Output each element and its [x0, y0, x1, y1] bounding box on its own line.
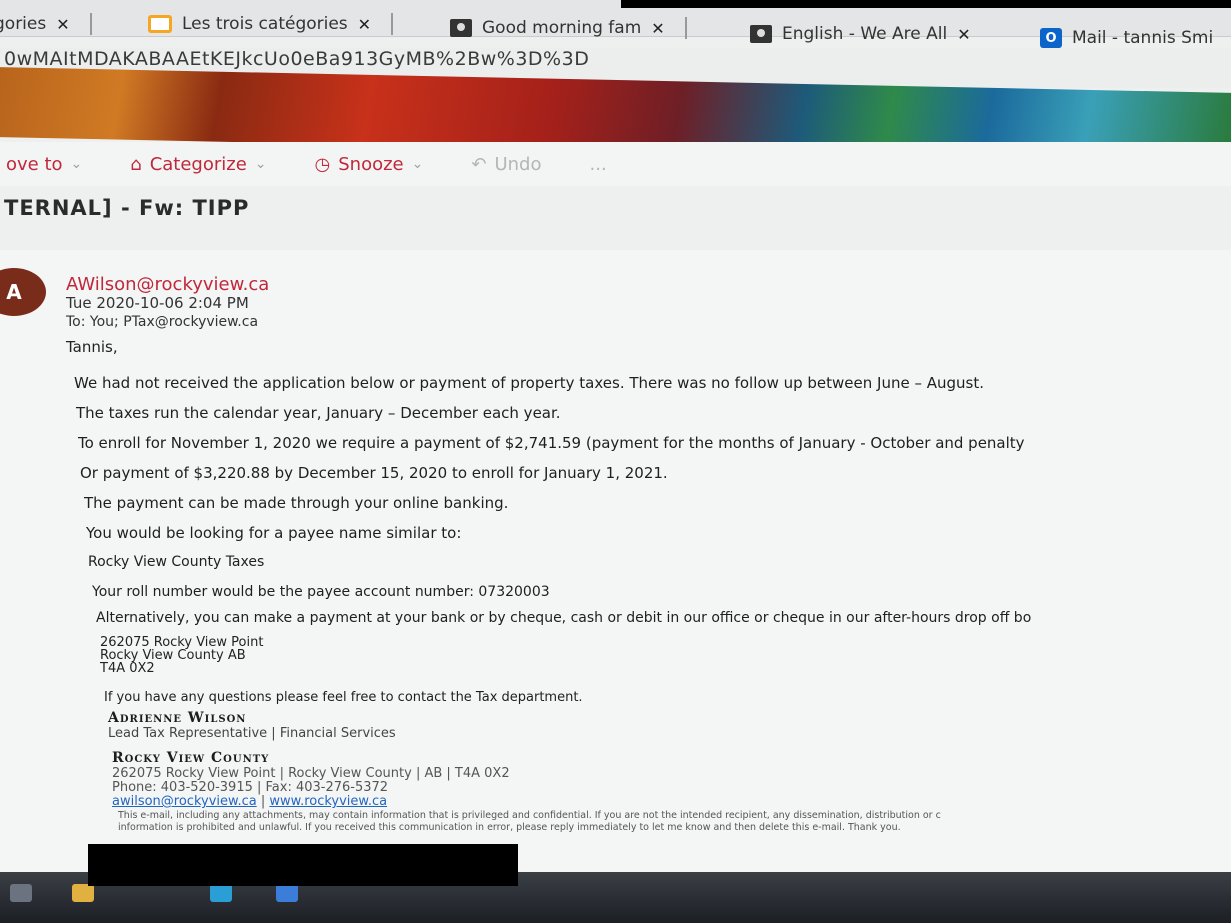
signature-title: Lead Tax Representative | Financial Serv… — [108, 726, 396, 741]
website-link[interactable]: www.rockyview.ca — [269, 794, 387, 809]
tab-divider — [89, 13, 92, 35]
avatar-letter: A — [6, 280, 22, 304]
screenshot: gories ✕ Les trois catégories ✕ Good mor… — [0, 0, 1231, 923]
close-icon[interactable]: ✕ — [358, 15, 371, 34]
url-text: 0wMAItMDAKABAAEtKEJkcUo0eBa913GyMB%2Bw%3… — [4, 48, 590, 70]
mailing-address: 262075 Rocky View Point Rocky View Count… — [100, 636, 263, 675]
body-paragraph: To enroll for November 1, 2020 we requir… — [78, 434, 1025, 452]
legal-disclaimer: This e-mail, including any attachments, … — [118, 810, 1218, 834]
greeting: Tannis, — [66, 338, 118, 356]
signature-phone: Phone: 403-520-3915 | Fax: 403-276-5372 — [112, 780, 389, 795]
signature-email-link[interactable]: awilson@rockyview.ca — [112, 794, 257, 809]
outlook-icon: O — [1040, 28, 1062, 48]
chevron-down-icon: ⌄ — [411, 156, 424, 172]
file-explorer-icon[interactable] — [72, 884, 94, 902]
move-to-button[interactable]: ove to ⌄ — [6, 154, 82, 175]
reading-pane: A AWilson@rockyview.ca Tue 2020-10-06 2:… — [0, 250, 1231, 890]
snooze-label: Snooze — [338, 153, 404, 175]
disclaimer-line: This e-mail, including any attachments, … — [118, 810, 941, 821]
start-icon[interactable] — [10, 884, 32, 902]
tab-label: gories — [0, 14, 47, 34]
signature-links: awilson@rockyview.ca | www.rockyview.ca — [112, 794, 387, 809]
top-black-strip — [621, 0, 1231, 8]
signature-name: Adrienne Wilson — [108, 710, 247, 726]
tag-icon: ⌂ — [130, 153, 142, 175]
body-paragraph: Rocky View County Taxes — [88, 554, 265, 570]
address-line: T4A 0X2 — [100, 661, 155, 676]
body-paragraph: Or payment of $3,220.88 by December 15, … — [80, 464, 668, 482]
body-paragraph: The payment can be made through your onl… — [84, 494, 509, 512]
undo-button[interactable]: ↶ Undo — [471, 154, 541, 175]
link-separator: | — [256, 794, 270, 809]
disclaimer-line: information is prohibited and unlawful. … — [118, 822, 901, 833]
close-icon[interactable]: ✕ — [957, 25, 970, 44]
app-icon[interactable] — [276, 884, 298, 902]
closing-line: If you have any questions please feel fr… — [104, 690, 583, 705]
categorize-button[interactable]: ⌂ Categorize ⌄ — [130, 154, 266, 175]
sent-date: Tue 2020-10-06 2:04 PM — [66, 294, 249, 312]
avatar[interactable]: A — [0, 268, 46, 316]
more-actions-button[interactable]: ... — [590, 154, 607, 175]
tab-label: Good morning fam — [482, 18, 642, 38]
signature-org: Rocky View County — [112, 750, 270, 766]
tab-categories[interactable]: gories ✕ — [0, 10, 92, 38]
classroom-icon — [750, 25, 772, 43]
recipients: To: You; PTax@rockyview.ca — [66, 314, 259, 330]
body-paragraph: You would be looking for a payee name si… — [86, 524, 462, 542]
tab-divider — [684, 17, 687, 39]
tab-label: Les trois catégories — [182, 14, 348, 34]
undo-icon: ↶ — [471, 153, 487, 175]
email-subject: TERNAL] - Fw: TIPP — [4, 196, 250, 220]
slides-icon — [148, 15, 172, 33]
close-icon[interactable]: ✕ — [651, 19, 664, 38]
undo-label: Undo — [494, 153, 542, 175]
message-toolbar: ove to ⌄ ⌂ Categorize ⌄ ◷ Snooze ⌄ ↶ Und… — [0, 142, 1231, 186]
tab-les-trois-categories[interactable]: Les trois catégories ✕ — [148, 10, 394, 38]
more-label: ... — [589, 153, 607, 175]
tab-good-morning[interactable]: Good morning fam ✕ — [450, 14, 687, 42]
browser-tab-strip: gories ✕ Les trois catégories ✕ Good mor… — [0, 0, 1231, 48]
close-icon[interactable]: ✕ — [56, 15, 69, 34]
clock-icon: ◷ — [314, 153, 331, 175]
chevron-down-icon: ⌄ — [254, 156, 267, 172]
signature-address: 262075 Rocky View Point | Rocky View Cou… — [112, 766, 510, 781]
body-paragraph: Alternatively, you can make a payment at… — [96, 610, 1032, 626]
tab-english[interactable]: English - We Are All ✕ — [750, 20, 971, 48]
tab-divider — [391, 13, 394, 35]
tab-label: Mail - tannis Smi — [1072, 28, 1214, 48]
snooze-button[interactable]: ◷ Snooze ⌄ — [315, 154, 424, 175]
sender-email[interactable]: AWilson@rockyview.ca — [66, 274, 269, 295]
tab-label: English - We Are All — [782, 24, 948, 44]
move-to-label: ove to — [6, 153, 63, 175]
body-paragraph: Your roll number would be the payee acco… — [92, 584, 550, 600]
classroom-icon — [450, 19, 472, 37]
app-icon[interactable] — [210, 884, 232, 902]
body-paragraph: We had not received the application belo… — [74, 374, 984, 392]
chevron-down-icon: ⌄ — [70, 156, 83, 172]
categorize-label: Categorize — [149, 153, 247, 175]
body-paragraph: The taxes run the calendar year, January… — [76, 404, 561, 422]
redaction-box — [88, 844, 518, 886]
